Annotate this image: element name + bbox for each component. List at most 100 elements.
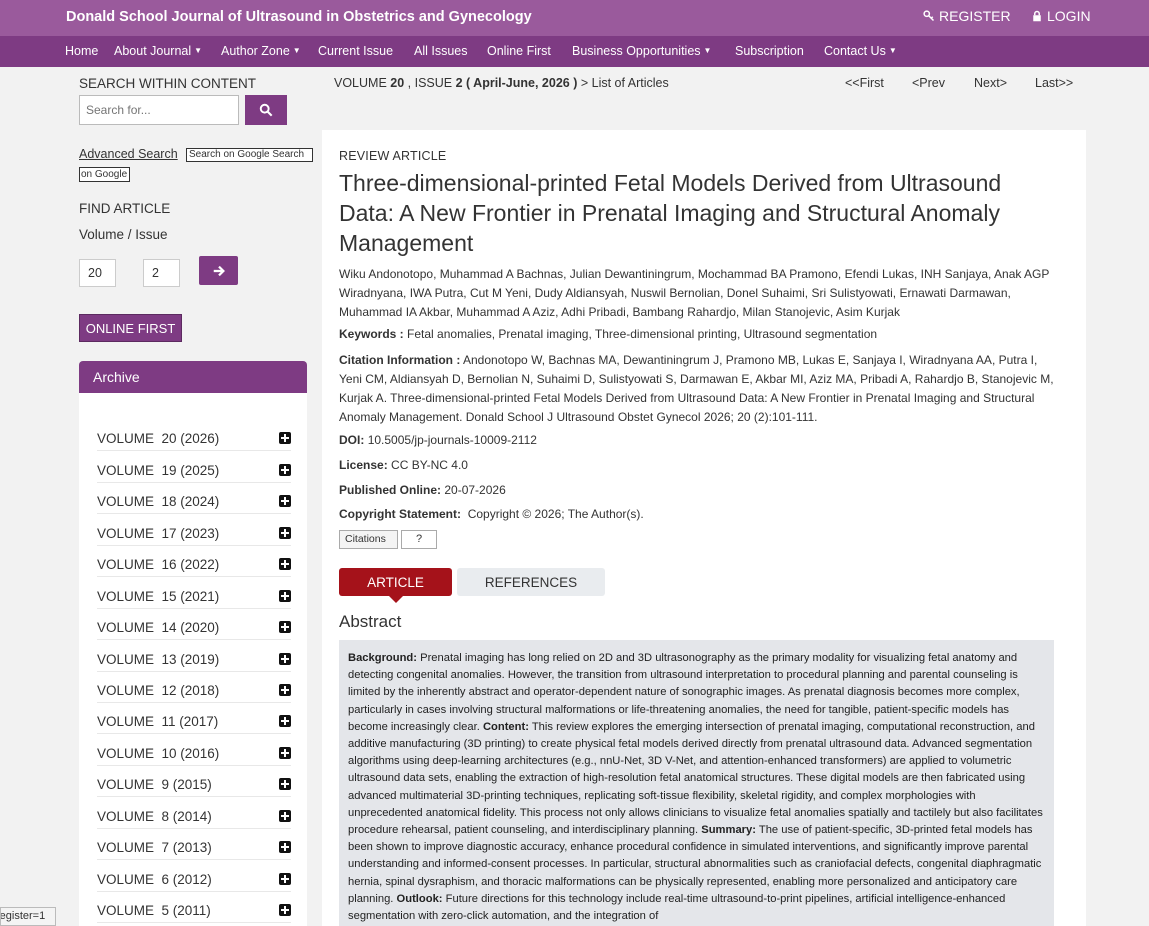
nav-current-issue[interactable]: Current Issue — [318, 44, 393, 58]
search-input[interactable] — [79, 95, 239, 125]
nav-all-issues-label: All Issues — [414, 44, 468, 58]
archive-volume-item[interactable]: VOLUME 6 (2012) — [97, 861, 291, 892]
nav-online-first[interactable]: Online First — [487, 44, 551, 58]
register-label: REGISTER — [939, 8, 1011, 24]
nav-current-issue-label: Current Issue — [318, 44, 394, 58]
archive-volume-label: VOLUME 13 (2019) — [97, 652, 220, 667]
expand-plus-icon[interactable] — [279, 810, 291, 822]
pager-next[interactable]: Next> — [974, 76, 1007, 90]
doi-value[interactable]: 10.5005/jp-journals-10009-2112 — [368, 433, 537, 447]
archive-heading: Archive — [79, 361, 307, 393]
pager-last[interactable]: Last>> — [1035, 76, 1073, 90]
archive-volume-item[interactable]: VOLUME 18 (2024) — [97, 483, 291, 514]
online-first-button[interactable]: ONLINE FIRST — [79, 314, 182, 342]
archive-volume-item[interactable]: VOLUME 15 (2021) — [97, 578, 291, 609]
find-article-go-button[interactable] — [199, 256, 238, 285]
archive-volume-item[interactable]: VOLUME 17 (2023) — [97, 515, 291, 546]
article-type: REVIEW ARTICLE — [339, 149, 447, 163]
archive-volume-label: VOLUME 12 (2018) — [97, 683, 220, 698]
archive-volume-label: VOLUME 5 (2011) — [97, 903, 211, 918]
nav-home-label: Home — [65, 44, 99, 58]
archive-volume-label: VOLUME 6 (2012) — [97, 872, 212, 887]
license-line: License: CC BY-NC 4.0 — [339, 458, 468, 472]
expand-plus-icon[interactable] — [279, 527, 291, 539]
expand-plus-icon[interactable] — [279, 495, 291, 507]
nav-home[interactable]: Home — [65, 44, 98, 58]
archive-volume-item[interactable]: VOLUME 10 (2016) — [97, 735, 291, 766]
issue-input[interactable]: 2 — [143, 259, 180, 287]
citations-badge[interactable]: Citations — [339, 530, 398, 549]
abstract-content: This review explores the emerging inters… — [348, 720, 1043, 837]
nav-contact-us[interactable]: Contact Us ▼ — [824, 44, 897, 58]
archive-volume-label: VOLUME 11 (2017) — [97, 714, 219, 729]
abstract-heading: Abstract — [339, 612, 402, 631]
register-link[interactable]: REGISTER — [923, 8, 1011, 24]
nav-about-journal[interactable]: About Journal ▼ — [114, 44, 202, 58]
archive-volume-item[interactable]: VOLUME 5 (2011) — [97, 892, 291, 923]
volume-input[interactable]: 20 — [79, 259, 116, 287]
archive-volume-item[interactable]: VOLUME 11 (2017) — [97, 703, 291, 734]
lock-icon — [1033, 10, 1041, 22]
nav-all-issues[interactable]: All Issues — [414, 44, 468, 58]
pager-prev[interactable]: <Prev — [912, 76, 945, 90]
archive-volume-item[interactable]: VOLUME 7 (2013) — [97, 829, 291, 860]
nav-business-opportunities-label: Business Opportunities — [572, 44, 701, 58]
published-value: 20-07-2026 — [444, 483, 506, 497]
nav-business-opportunities[interactable]: Business Opportunities ▼ — [572, 44, 711, 58]
expand-plus-icon[interactable] — [279, 904, 291, 916]
site-title[interactable]: Donald School Journal of Ultrasound in O… — [66, 9, 532, 25]
search-button[interactable] — [245, 95, 287, 125]
google-search-button-wrap[interactable]: on Google — [79, 167, 130, 182]
archive-volume-label: VOLUME 8 (2014) — [97, 809, 212, 824]
active-tab-pointer — [389, 596, 403, 603]
expand-plus-icon[interactable] — [279, 684, 291, 696]
expand-plus-icon[interactable] — [279, 715, 291, 727]
expand-plus-icon[interactable] — [279, 464, 291, 476]
expand-plus-icon[interactable] — [279, 621, 291, 633]
article-title: Three-dimensional-printed Fetal Models D… — [339, 170, 1002, 256]
abstract-body: Background: Prenatal imaging has long re… — [339, 640, 1054, 926]
archive-volume-item[interactable]: VOLUME 13 (2019) — [97, 641, 291, 672]
archive-volume-item[interactable]: VOLUME 8 (2014) — [97, 798, 291, 829]
expand-plus-icon[interactable] — [279, 432, 291, 444]
login-link[interactable]: LOGIN — [1031, 8, 1091, 24]
expand-plus-icon[interactable] — [279, 873, 291, 885]
expand-plus-icon[interactable] — [279, 653, 291, 665]
tab-article[interactable]: ARTICLE — [339, 568, 452, 596]
nav-online-first-label: Online First — [487, 44, 551, 58]
expand-plus-icon[interactable] — [279, 841, 291, 853]
breadcrumb-volume[interactable]: 20 — [390, 76, 404, 90]
caret-down-icon: ▼ — [194, 46, 203, 55]
breadcrumb: VOLUME 20 , ISSUE 2 ( April-June, 2026 )… — [334, 76, 669, 90]
citations-count[interactable]: ? — [401, 530, 437, 549]
status-text: register=1 — [0, 910, 46, 922]
tab-references[interactable]: REFERENCES — [457, 568, 605, 596]
expand-plus-icon[interactable] — [279, 590, 291, 602]
published-line: Published Online: 20-07-2026 — [339, 483, 506, 497]
caret-down-icon: ▼ — [292, 46, 301, 55]
nav-author-zone[interactable]: Author Zone ▼ — [221, 44, 301, 58]
published-label: Published Online: — [339, 483, 442, 497]
archive-volume-item[interactable]: VOLUME 9 (2015) — [97, 766, 291, 797]
search-icon — [259, 103, 273, 117]
nav-subscription[interactable]: Subscription — [735, 44, 804, 58]
archive-volume-item[interactable]: VOLUME 12 (2018) — [97, 672, 291, 703]
archive-volume-item[interactable]: VOLUME 20 (2026) — [97, 420, 291, 451]
archive-volume-item[interactable]: VOLUME 19 (2025) — [97, 452, 291, 483]
abstract-outlook-label: Outlook: — [396, 892, 443, 905]
main-nav: Home About Journal ▼ Author Zone ▼ Current… — [0, 36, 1149, 67]
license-value[interactable]: CC BY-NC 4.0 — [391, 458, 468, 472]
advanced-search-link[interactable]: Advanced Search — [79, 147, 178, 161]
arrow-right-icon — [213, 265, 225, 276]
breadcrumb-issue-prefix: , ISSUE — [404, 76, 456, 90]
archive-volume-item[interactable]: VOLUME 14 (2020) — [97, 609, 291, 640]
expand-plus-icon[interactable] — [279, 558, 291, 570]
pager-first[interactable]: <<First — [845, 76, 884, 90]
expand-plus-icon[interactable] — [279, 778, 291, 790]
breadcrumb-issue[interactable]: 2 — [456, 76, 463, 90]
google-search-button[interactable]: Search on Google Search — [186, 148, 313, 162]
expand-plus-icon[interactable] — [279, 747, 291, 759]
nav-contact-us-label: Contact Us — [824, 44, 886, 58]
archive-volume-item[interactable]: VOLUME 16 (2022) — [97, 546, 291, 577]
archive-volume-label: VOLUME 9 (2015) — [97, 777, 212, 792]
